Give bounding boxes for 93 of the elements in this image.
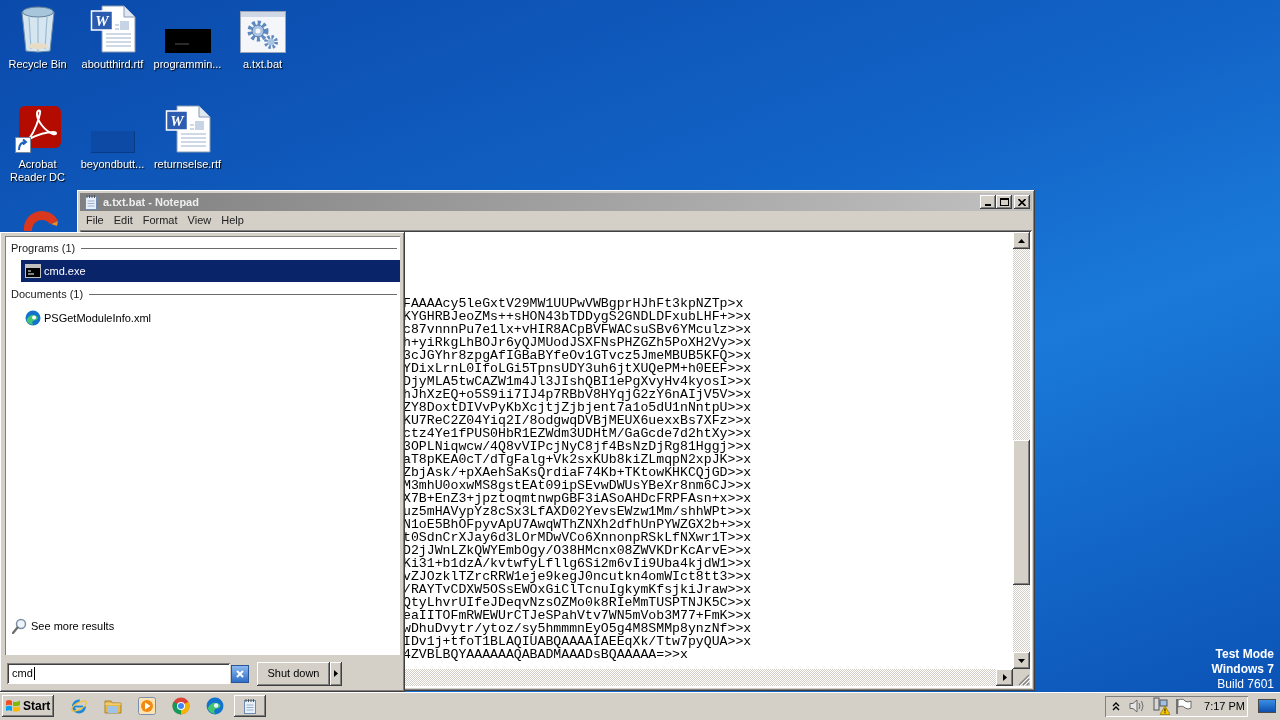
text-line: QtyLhvrUIfeJDeqvNzsOZMo0k8RIeMmTUSPTNJK5C>>x [403, 596, 752, 609]
clock[interactable]: 7:17 PM [1204, 699, 1245, 713]
text-line: ctz4Ye1fPUS0HbR1EZWdm3UDHtM/GaGcde7d2htXy>>x [403, 427, 752, 440]
scroll-right-button[interactable] [996, 669, 1013, 686]
gears-icon[interactable] [239, 11, 286, 53]
console-icon [25, 264, 41, 278]
start-button[interactable]: Start [2, 695, 54, 717]
flag-icon[interactable] [1175, 698, 1192, 714]
menu-item[interactable]: View [182, 213, 217, 228]
system-notice-text: Build 7601 [1217, 677, 1274, 692]
shut-down-options-button[interactable] [330, 661, 342, 686]
text-line: hJhXzEQ+o5S9ii7IJ4p7RBbV8HYqjG2zY6nAIjV5V>>x [403, 388, 752, 401]
logo-letter: W [169, 113, 184, 129]
group-heading: Programs (1) [11, 242, 76, 255]
icon-label[interactable]: a.txt.bat [242, 58, 283, 71]
maximize-button[interactable] [996, 195, 1012, 209]
group-heading: Documents (1) [11, 288, 84, 301]
show-desktop-button[interactable] [1258, 699, 1276, 713]
scrollbar-thumb[interactable] [1013, 440, 1030, 585]
thumbnail-icon[interactable] [90, 131, 135, 153]
up-arrow-icon [1018, 238, 1025, 243]
text-line: uz5mHAVypYz8cSx3LfAXD02YevsEWzw1Mm/shhWPt>>x [403, 505, 752, 518]
see-more-results-link[interactable]: See more results [31, 619, 115, 633]
text-line: ZbjAsk/+pXAehSaKsQrdiaF74Kb+TKtowKHKCQjGD>>x [403, 466, 752, 479]
window-title: a.txt.bat - Notepad [103, 195, 199, 209]
text-line: wDhuDvytr/ytoz/sy5hmmmnEyO5g4M8SMMp8ynzNf>>x [403, 622, 752, 635]
menu-item[interactable]: Format [137, 213, 183, 228]
text-line: D2jJWnLZkQWYEmbOgy/O38HMcnx08ZWVKDrKcArvE>>x [403, 544, 752, 557]
minimize-button[interactable] [980, 195, 996, 209]
text-line: YDixLrnL0IfoLGi5TpnsUDY3uh6jtXUQePM+h0EEF>>x [403, 362, 752, 375]
start-logo-icon [5, 699, 21, 713]
shut-down-button[interactable]: Shut down [257, 661, 330, 686]
right-arrow-icon [1002, 674, 1007, 681]
text-line: eaIITOFmRWEWUrCTJeSPahVtv7WN5mVob3M77+FmK>>x [403, 609, 752, 622]
edge-logo-icon [25, 310, 41, 326]
network-warning-icon[interactable] [1152, 697, 1170, 715]
down-arrow-icon [1018, 658, 1025, 663]
horizontal-scrollbar[interactable] [403, 669, 996, 686]
text-line: X7B+EnZ3+jpztoqmtnwpGBF3iASoAHDcFRPFAsn+x>>x [403, 492, 752, 505]
notepad-icon [242, 698, 258, 714]
thumbnail-icon[interactable] [164, 29, 211, 53]
scroll-down-button[interactable] [1013, 652, 1030, 669]
close-icon [236, 669, 244, 678]
menu-item[interactable]: Help [216, 213, 249, 228]
text-line: aT8pKEA0cT/dTgFalg+Vk2sxKUb8kiZLmqpN2xpJK>>x [403, 453, 752, 466]
system-notice-text: Windows 7 [1211, 662, 1274, 677]
search-icon [12, 618, 27, 634]
close-icon [1018, 198, 1026, 206]
text-line: N1oE5BhOFpyvApU7AwqWThZNXh2dfhUnPYWZGX2b+>>x [403, 518, 752, 531]
text-line: 3OPLNiqwcw/4Q8vVIPcjNyC8jf4BsNzDjRg81Hggj>>x [403, 440, 752, 453]
scroll-up-button[interactable] [1013, 232, 1030, 249]
icon-label[interactable]: beyondbutt... [80, 158, 145, 171]
close-button[interactable] [1014, 195, 1030, 209]
icon-label[interactable]: programmin... [153, 58, 222, 71]
notepad-taskbar-button[interactable] [234, 695, 266, 717]
text-line: t0SdnCrXJay6d3LOrMDwVCo6XnnonpRSkLfNXwr1T>>x [403, 531, 752, 544]
text-line: h+yiRkgLhBOJr6yQJMUodJSXFNsPHZGZh5PoXH2Vy>>x [403, 336, 752, 349]
play-icon[interactable] [138, 697, 156, 715]
text-line: KYGHRBJeoZMs++sHON43bTDDygS2GNDLDFxubLHF+>>x [403, 310, 752, 323]
search-field[interactable]: cmd [7, 663, 230, 684]
chevron-up-icon[interactable] [1112, 701, 1120, 711]
result-item[interactable]: cmd.exe [21, 260, 400, 282]
vertical-scrollbar[interactable] [1013, 232, 1030, 669]
icon-label[interactable]: Acrobat Reader DC [0, 158, 75, 184]
text-line: Ki31+b1dzA/kvtwfyLfllg6Si2m6vIi9Uba4kjdW1>>x [403, 557, 752, 570]
speaker-icon[interactable] [1128, 698, 1146, 714]
text-line: vZJOzklTZrcRRW1eje9kegJ0ncutkn4omWIct8tt3>>x [403, 570, 752, 583]
icon-label[interactable]: aboutthird.rtf [81, 58, 144, 71]
text-line: ZY8DoxtDIVvPyKbXcjtjZjbjent7a1o5dU1nNntpU>>x [403, 401, 752, 414]
logo-letter: W [94, 13, 109, 29]
system-notice-text: Test Mode [1215, 647, 1274, 662]
edge-logo-icon[interactable] [206, 697, 224, 715]
clear-search-button[interactable] [231, 664, 249, 683]
text-line: c87vnnnPu7e1lx+vHIR8ACpBVFWACsuSBv6YMculz>>x [403, 323, 752, 336]
menu-item[interactable]: Edit [108, 213, 138, 228]
minimize-icon [985, 204, 991, 206]
icon-label[interactable]: Recycle Bin [8, 58, 67, 71]
chrome-logo-icon[interactable] [172, 697, 190, 715]
text-line: M3mhU0oxwMS8gstEAt09ipSEvwDWUsYBeXr8nm6CJ>>x [403, 479, 752, 492]
right-arrow-icon [334, 670, 338, 677]
text-line: /RAYTvCDXW5OSsEWOxGiClTcnuIgkymKfsjkiJraw>>x [403, 583, 752, 596]
text-line: DjyMLA5twCAZW1m4Jl3JIshQBI1ePgXvyHv4kyosI>>x [403, 375, 752, 388]
text-line: KU7ReC2Z04Yiq2I/8odgwqDVBjMEUX6uexxBs7XFz>>x [403, 414, 752, 427]
text-line: FAAAAcy5leGxtV29MW1UUPwVWBgprHJhFt3kpNZTp>x [403, 297, 744, 310]
text-line: 3cJGYhr8zpgAfIGBaBYfeOv1GTvcz5JmeMBUB5KFQ>>x [403, 349, 752, 362]
text-line: 4ZVBLBQYAAAAAAQABADMAAADsBQAAAAA=>>x [403, 648, 688, 661]
text-line: IDv1j+tfoT1BLAQIUABQAAAAIAEEqXk/Ttw7pyQUA>>x [403, 635, 752, 648]
maximize-icon [999, 198, 1009, 206]
icon-label[interactable]: returnselse.rtf [153, 158, 222, 171]
notepad-icon [83, 194, 99, 210]
size-grip-icon[interactable] [1018, 674, 1030, 686]
shortcut-app-icon[interactable] [14, 105, 61, 153]
menu-item[interactable]: File [81, 213, 109, 228]
